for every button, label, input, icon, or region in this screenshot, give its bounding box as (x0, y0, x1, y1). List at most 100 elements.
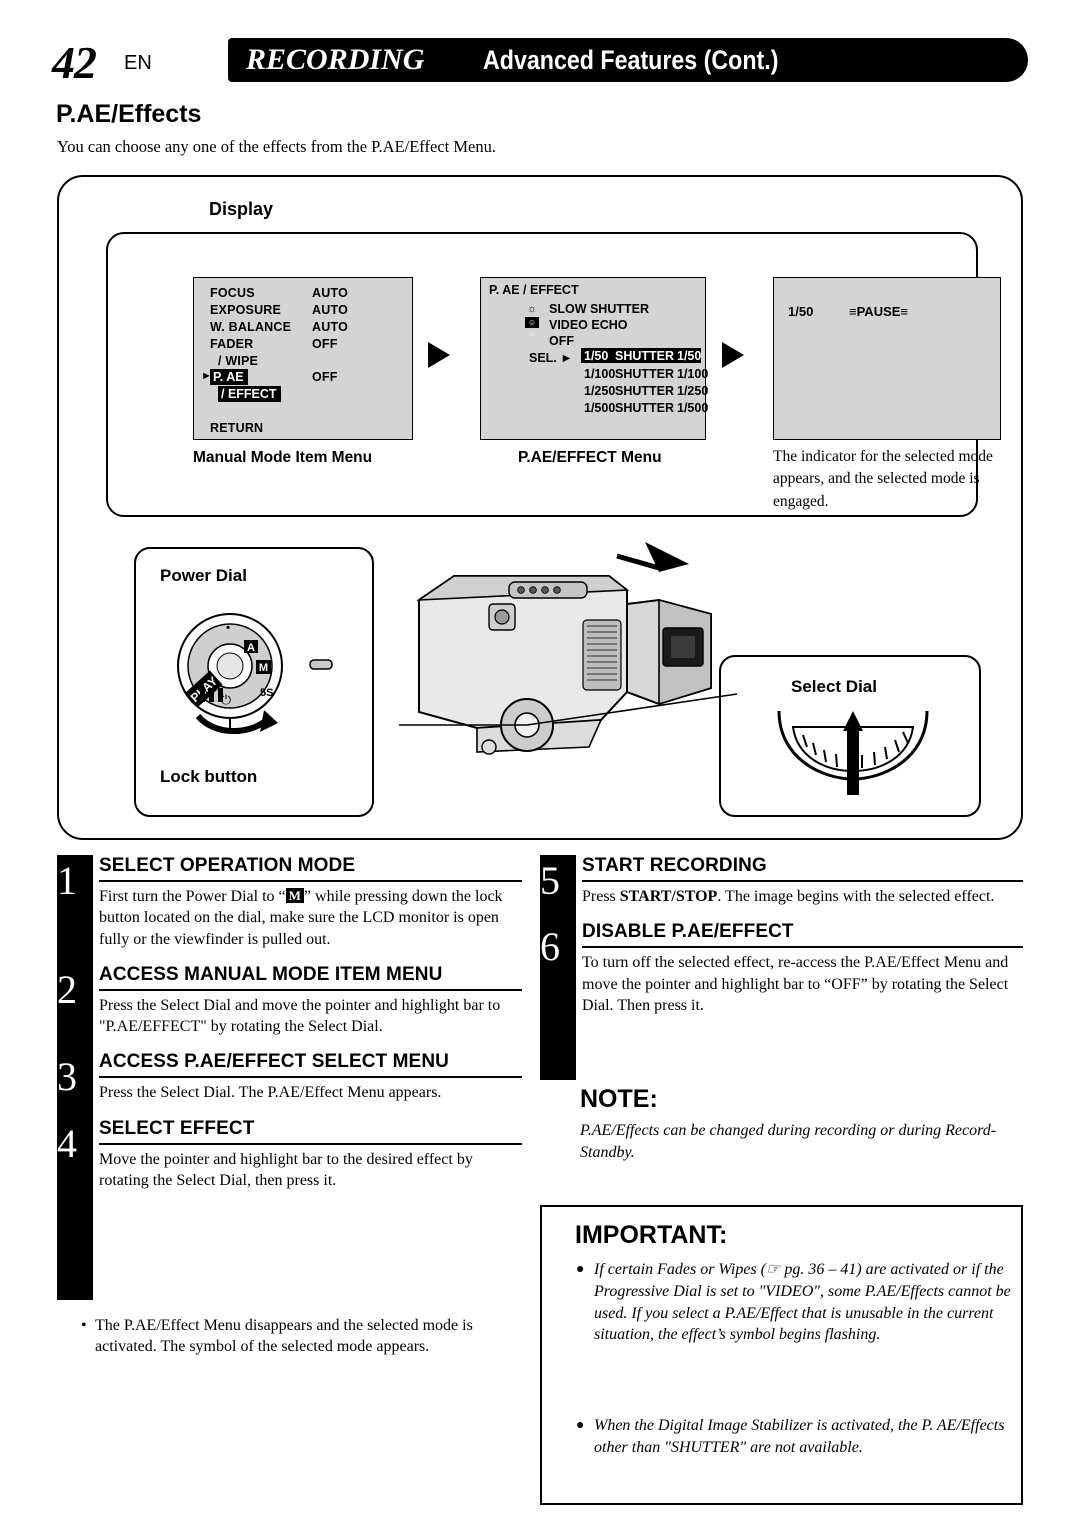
note-heading: NOTE: (580, 1085, 658, 1113)
pae-menu-caption: P.AE/EFFECT Menu (518, 449, 662, 466)
pae-item-prefix: 1/250 (584, 384, 616, 398)
step-number: 4 (57, 1120, 77, 1166)
step-body: Press START/STOP. The image begins with … (582, 886, 1023, 907)
menu-row-value: OFF (312, 337, 338, 351)
mode-m-icon: M (285, 888, 304, 903)
step-heading: START RECORDING (582, 855, 1023, 882)
step-body: To turn off the selected effect, re-acce… (582, 954, 1009, 1014)
important-item-1-text: If certain Fades or Wipes (☞ pg. 36 – 41… (594, 1261, 1011, 1344)
step-heading: DISABLE P.AE/EFFECT (582, 921, 1023, 949)
header-title-italic: RECORDING (246, 43, 425, 76)
step-body: Press the Select Dial and move the point… (99, 996, 501, 1036)
bullet-dot-icon: ● (576, 1418, 585, 1433)
svg-text:A: A (247, 642, 255, 654)
step-3: 3 ACCESS P.AE/EFFECT SELECT MENU Press t… (57, 1051, 522, 1103)
pae-item-prefix: 1/100 (584, 367, 616, 381)
step-heading: SELECT EFFECT (99, 1118, 522, 1145)
select-dial-illustration (777, 710, 929, 795)
flow-arrow-2-icon (722, 342, 744, 368)
result-pause-indicator: ≡PAUSE≡ (849, 304, 909, 319)
pae-item-value: 1/50 (677, 349, 702, 363)
pae-menu-title: P. AE / EFFECT (489, 283, 579, 297)
step-heading: ACCESS MANUAL MODE ITEM MENU (99, 964, 522, 991)
step-heading: ACCESS P.AE/EFFECT SELECT MENU (99, 1051, 522, 1079)
step-number: 6 (540, 924, 560, 970)
manual-mode-item-menu-screen: FOCUS AUTO EXPOSURE AUTO W. BALANCE AUTO… (193, 277, 413, 440)
step-body: First turn the Power Dial to “M” while p… (99, 886, 522, 950)
important-item-2-text: When the Digital Image Stabilizer is act… (594, 1417, 1005, 1456)
section-intro: You can choose any one of the effects fr… (57, 137, 496, 156)
step-4: 4 SELECT EFFECT Move the pointer and hig… (57, 1118, 522, 1192)
menu-row-label: / WIPE (218, 354, 259, 368)
header-title-bold: Advanced Features (Cont.) (483, 45, 779, 75)
flow-arrow-1-icon (428, 342, 450, 368)
step-6: 6 DISABLE P.AE/EFFECT To turn off the se… (540, 921, 1023, 1016)
display-label: Display (209, 199, 274, 219)
step-body: Press the Select Dial. The P.AE/Effect M… (99, 1084, 442, 1102)
manual-mode-menu-caption: Manual Mode Item Menu (193, 449, 373, 466)
pae-item-video-echo: VIDEO ECHO (549, 318, 628, 332)
pae-item-shutter-label: SHUTTER (615, 401, 675, 415)
step-5: 5 START RECORDING Press START/STOP. The … (540, 855, 1023, 907)
pause-text: PAUSE (856, 304, 901, 319)
pae-item-off: OFF (549, 334, 574, 348)
step-heading: SELECT OPERATION MODE (99, 855, 522, 882)
power-dial-label: Power Dial (160, 566, 247, 585)
page-title: P.AE/Effects (56, 100, 202, 128)
svg-text:M: M (259, 662, 268, 674)
start-stop-label: START/STOP (619, 888, 718, 905)
important-item-1: ● If certain Fades or Wipes (☞ pg. 36 – … (576, 1259, 1014, 1346)
step-1: 1 SELECT OPERATION MODE First turn the P… (57, 855, 522, 950)
pae-item-shutter-label: SHUTTER (615, 367, 675, 381)
echo-icon: ☺☺ (525, 317, 539, 338)
result-shutter-value: 1/50 (788, 304, 814, 319)
step-body-post: . The image begins with the selected eff… (717, 888, 995, 905)
menu-row-label: FOCUS (210, 286, 255, 300)
important-item-2: ● When the Digital Image Stabilizer is a… (576, 1415, 1014, 1459)
power-dial-callout-box: Power Dial Lock button PLAY • A M 5S ⏻ (134, 547, 374, 817)
page-language: EN (124, 52, 152, 74)
pae-sel-label: SEL. ► (529, 351, 573, 365)
note-body: P.AE/Effects can be changed during recor… (580, 1122, 997, 1161)
step-number: 3 (57, 1054, 77, 1100)
svg-text:•: • (226, 622, 230, 634)
menu-row-label: FADER (210, 337, 254, 351)
sun-icon: ☼ (527, 303, 538, 315)
result-description: The indicator for the selected mode appe… (773, 448, 993, 510)
result-indicator-screen: 1/50 ≡PAUSE≡ (773, 277, 1001, 440)
sel-text: SEL. (529, 351, 557, 365)
step-number: 5 (540, 858, 560, 903)
menu-row-highlight-effect: / EFFECT (218, 386, 281, 402)
pae-item-slow-shutter: SLOW SHUTTER (549, 302, 649, 316)
menu-row-value: AUTO (312, 286, 348, 300)
step-body-pre: First turn the Power Dial to “ (99, 888, 286, 905)
illustration-panel: Display FOCUS AUTO EXPOSURE AUTO W. BALA… (57, 175, 1023, 840)
important-heading: IMPORTANT: (575, 1221, 728, 1249)
camcorder-illustration (399, 542, 738, 755)
bullet-dot-icon: ● (576, 1262, 585, 1277)
step-number: 2 (57, 966, 77, 1012)
display-screens-panel: FOCUS AUTO EXPOSURE AUTO W. BALANCE AUTO… (106, 232, 1001, 517)
menu-row-value: AUTO (312, 303, 348, 317)
left-bullet-text: The P.AE/Effect Menu disappears and the … (95, 1317, 473, 1356)
bullet-dot-icon: • (81, 1317, 87, 1334)
pae-item-prefix: 1/50 (584, 349, 609, 363)
left-bullet-note: • The P.AE/Effect Menu disappears and th… (81, 1315, 525, 1358)
pae-item-value: 1/250 (677, 384, 709, 398)
power-dial-illustration: PLAY • A M 5S ⏻ (177, 613, 333, 735)
step-body-pre: Press (582, 888, 620, 905)
page-number: 42 (52, 37, 97, 88)
header-title-bar: RECORDING Advanced Features (Cont.) (228, 38, 1028, 82)
pae-effect-menu-screen: P. AE / EFFECT ☼ SLOW SHUTTER ☺☺ VIDEO E… (480, 277, 709, 440)
lock-button-label: Lock button (160, 767, 258, 786)
important-box: IMPORTANT: ● If certain Fades or Wipes (… (540, 1205, 1023, 1505)
menu-row-value: AUTO (312, 320, 348, 334)
step-body: Move the pointer and highlight bar to th… (99, 1150, 473, 1189)
pae-item-prefix: 1/500 (584, 401, 616, 415)
pae-item-shutter-label: SHUTTER (615, 349, 675, 363)
menu-row-label: W. BALANCE (210, 320, 292, 334)
select-dial-callout-box: Select Dial (719, 655, 981, 817)
steps-column-left: 1 SELECT OPERATION MODE First turn the P… (57, 855, 522, 1196)
pae-item-value: 1/100 (677, 367, 709, 381)
menu-row-highlight-pae: P. AE (210, 369, 248, 385)
